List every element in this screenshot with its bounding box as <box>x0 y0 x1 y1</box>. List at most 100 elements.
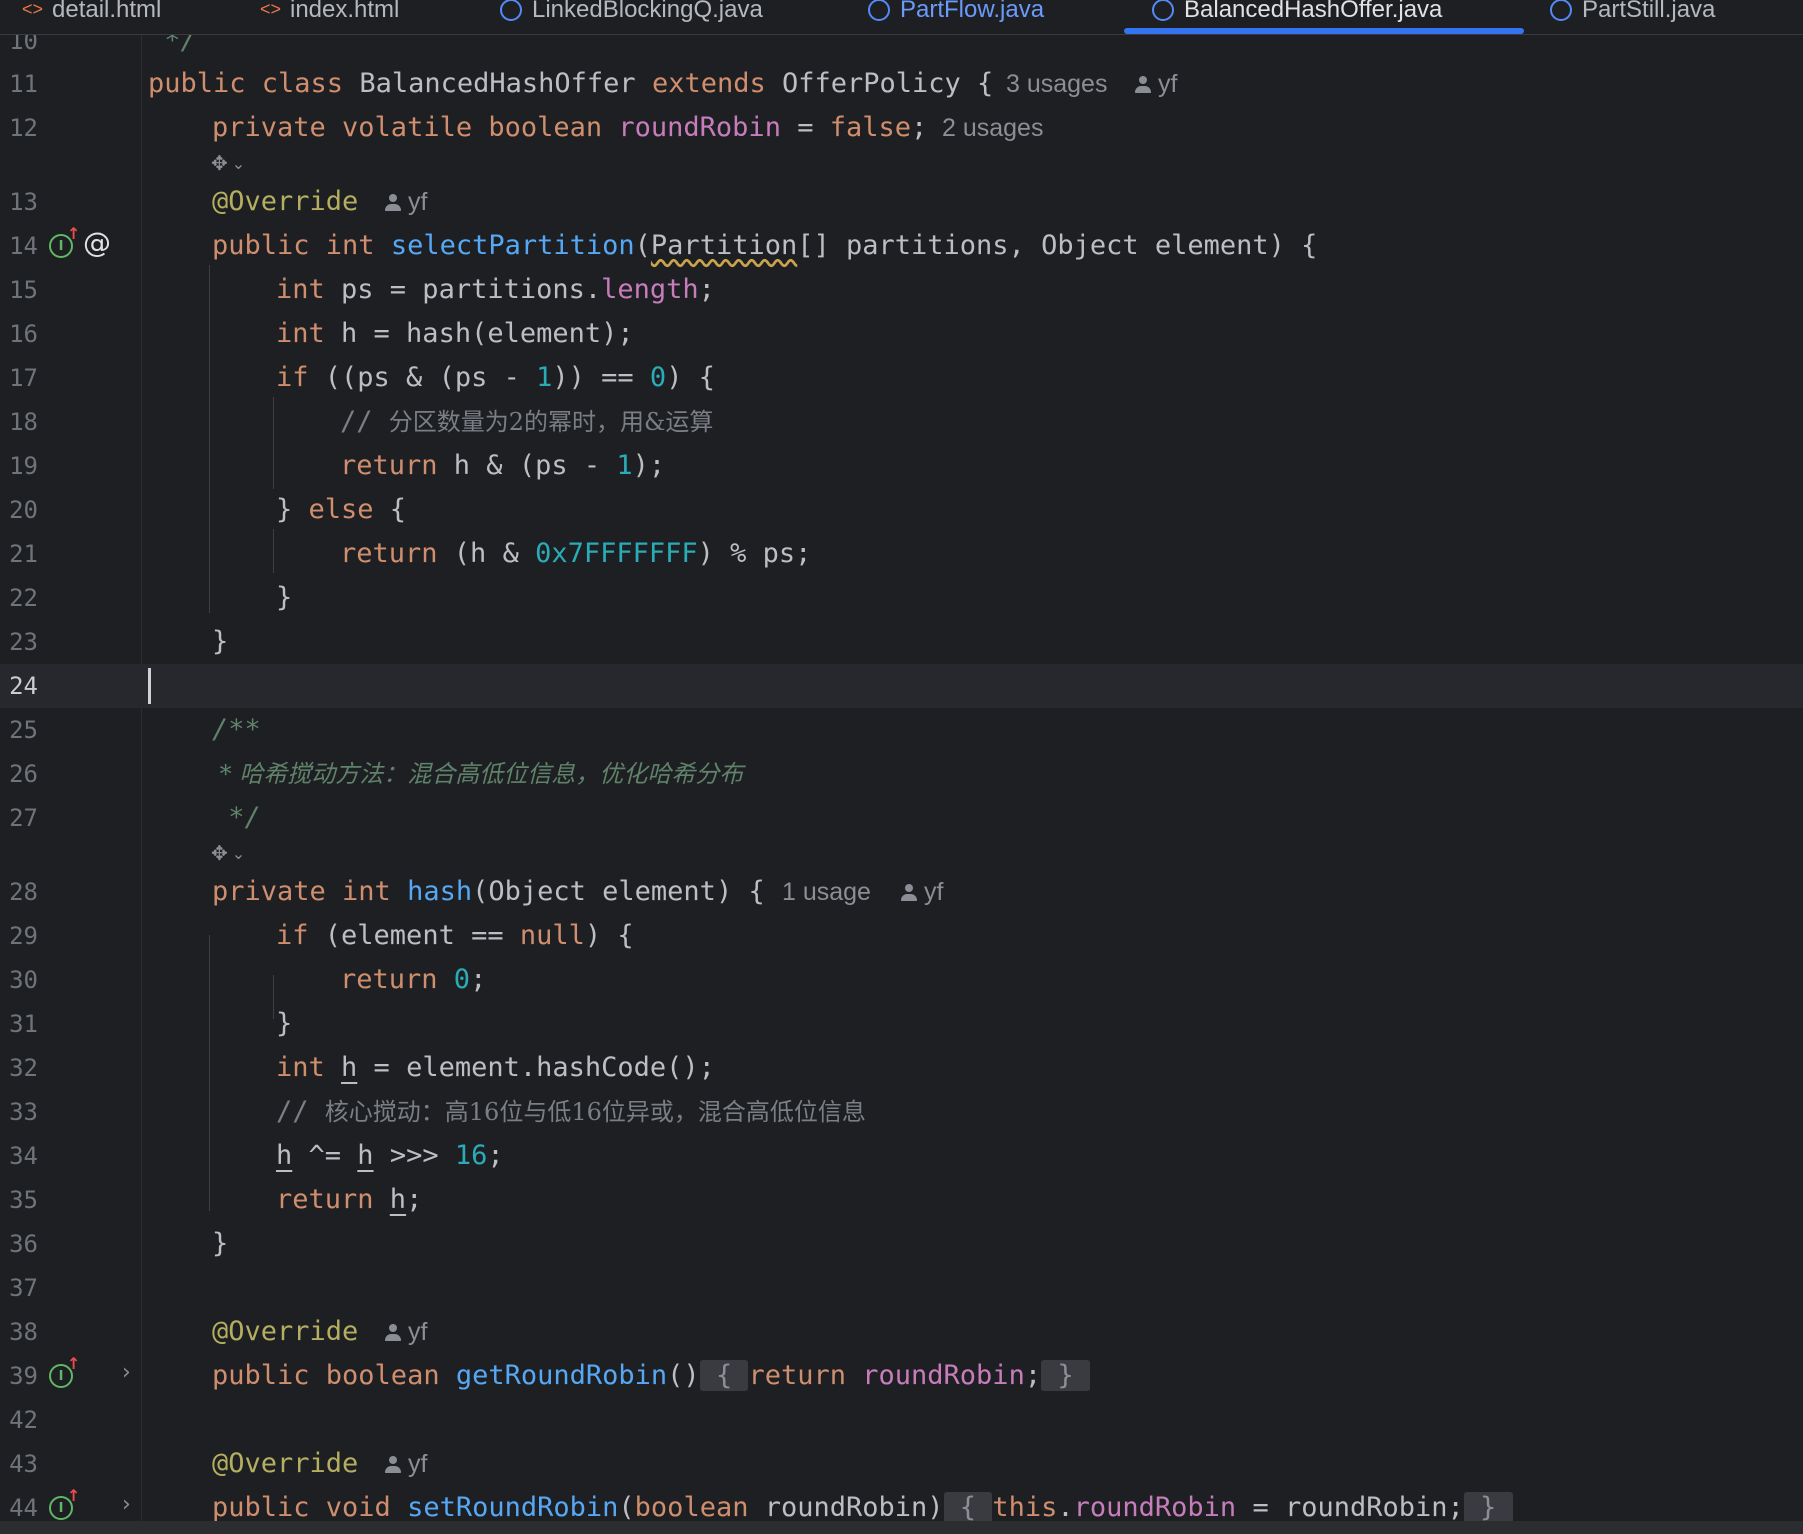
code-line: 17 if ((ps & (ps - 1)) == 0) { <box>0 356 1803 400</box>
line-number: 13 <box>9 188 38 216</box>
variable: h <box>276 1140 293 1171</box>
tab-partstill-java[interactable]: PartStill.java <box>1550 0 1715 34</box>
tab-index-html[interactable]: <> index.html <box>260 0 399 34</box>
line-number: 37 <box>9 1274 38 1302</box>
line-number: 21 <box>9 540 38 568</box>
code-text: return 0; <box>340 958 486 1002</box>
line-number: 14 <box>9 232 38 260</box>
code-line: 36 } <box>0 1222 1803 1266</box>
line-number: 32 <box>9 1054 38 1082</box>
line-number: 28 <box>9 878 38 906</box>
keyword: return <box>276 1184 390 1215</box>
line-number: 44 <box>9 1494 38 1521</box>
code-line: 37 <box>0 1266 1803 1310</box>
tab-partflow-java[interactable]: PartFlow.java <box>868 0 1044 34</box>
keyword: private volatile boolean <box>212 112 619 143</box>
line-number: 11 <box>9 70 38 98</box>
code-line: 19 return h & (ps - 1); <box>0 444 1803 488</box>
code-line: 25 /** <box>0 708 1803 752</box>
semicolon: ; <box>487 1140 504 1171</box>
expression: (h & <box>453 538 536 569</box>
line-number: 31 <box>9 1010 38 1038</box>
chevron-right-icon[interactable]: › <box>122 1360 131 1385</box>
code-line: 26 * 哈希搅动方法：混合高低位信息，优化哈希分布 <box>0 752 1803 796</box>
editor-tab-bar: <> detail.html <> index.html LinkedBlock… <box>0 0 1803 35</box>
field-name: roundRobin <box>1073 1492 1237 1521</box>
annotation: @Override <box>212 1316 359 1347</box>
fold-marker[interactable]: } <box>1463 1492 1513 1521</box>
line-number: 38 <box>9 1318 38 1346</box>
paren: ( <box>634 230 651 261</box>
author-hint[interactable]: yf <box>384 180 427 224</box>
semicolon: ; <box>470 964 487 995</box>
line-number: 26 <box>9 760 38 788</box>
variable: h <box>357 1140 374 1171</box>
brace: } <box>212 1228 229 1259</box>
expression: h = hash(element); <box>341 318 634 349</box>
java-class-icon <box>868 0 890 21</box>
line-comment: // 核心搅动：高16位与低16位异或，混合高低位信息 <box>276 1090 866 1134</box>
line-number: 30 <box>9 966 38 994</box>
fold-marker[interactable]: } <box>1041 1360 1090 1391</box>
current-line[interactable]: 24 <box>0 664 1803 708</box>
expression: ps = partitions. <box>341 274 602 305</box>
keyword: return <box>340 538 454 569</box>
code-text: return h; <box>276 1178 422 1222</box>
fold-marker[interactable]: { <box>943 1492 993 1521</box>
code-text: public void setRoundRobin(boolean roundR… <box>212 1486 1513 1521</box>
tab-detail-html[interactable]: <> detail.html <box>22 0 161 34</box>
brace: } <box>276 1008 293 1039</box>
keyword: return <box>748 1360 863 1391</box>
line-number: 15 <box>9 276 38 304</box>
keyword: this <box>992 1492 1058 1521</box>
line-number: 36 <box>9 1230 38 1258</box>
ai-assistant-icon[interactable]: ✥ ⌄ <box>211 839 245 867</box>
active-tab-indicator <box>1124 28 1524 34</box>
author-hint[interactable]: yf <box>900 870 943 914</box>
chevron-right-icon[interactable]: › <box>122 1492 131 1517</box>
code-text: h ^= h >>> 16; <box>276 1134 504 1178</box>
code-text: private int hash(Object element) { <box>212 870 765 914</box>
author-hint[interactable]: yf <box>384 1442 427 1486</box>
code-line: 38 @Override yf <box>0 1310 1803 1354</box>
keyword: if <box>276 920 325 951</box>
author-hint[interactable]: yf <box>1134 62 1177 106</box>
fold-marker[interactable]: { <box>699 1360 749 1391</box>
code-text: public boolean getRoundRobin() { return … <box>212 1354 1090 1398</box>
usages-hint[interactable]: 1 usage <box>782 870 871 914</box>
tab-label: PartStill.java <box>1582 0 1716 23</box>
chevron-down-icon: ⌄ <box>231 843 246 863</box>
number: 0 <box>453 964 471 995</box>
code-text: if ((ps & (ps - 1)) == 0) { <box>276 356 715 400</box>
line-number: 12 <box>9 114 38 142</box>
doc-comment-end: */ <box>148 35 197 56</box>
at-icon[interactable]: @ <box>83 226 111 259</box>
java-class-icon <box>1152 0 1174 21</box>
keyword: boolean <box>634 1492 749 1521</box>
expression: ) { <box>666 362 715 393</box>
keyword: private int <box>212 876 408 907</box>
line-number: 24 <box>9 672 38 700</box>
usages-hint[interactable]: 2 usages <box>942 106 1043 150</box>
ai-glyph: ✥ <box>211 151 228 175</box>
semicolon: ; <box>698 274 715 305</box>
operator: = <box>780 112 830 143</box>
usages-hint[interactable]: 3 usages <box>1006 62 1107 106</box>
text-caret <box>148 668 151 704</box>
code-line: 30 return 0; <box>0 958 1803 1002</box>
code-line: 12 private volatile boolean roundRobin =… <box>0 106 1803 150</box>
horizontal-scrollbar[interactable] <box>0 1521 1803 1534</box>
code-line: 10 */ <box>0 35 1803 63</box>
number: 0x7FFFFFFF <box>535 538 698 569</box>
author-hint[interactable]: yf <box>384 1310 427 1354</box>
keyword: extends <box>651 68 782 99</box>
tab-linkedblockingq-java[interactable]: LinkedBlockingQ.java <box>500 0 763 34</box>
ai-glyph: ✥ <box>211 841 228 865</box>
ai-assistant-icon[interactable]: ✥ ⌄ <box>211 149 245 177</box>
java-class-icon <box>1550 0 1572 21</box>
keyword: if <box>276 362 325 393</box>
line-number: 20 <box>9 496 38 524</box>
code-editor[interactable]: 10 */ 11 public class BalancedHashOffer … <box>0 35 1803 1521</box>
code-line: 39 I ↑ › public boolean getRoundRobin() … <box>0 1354 1803 1398</box>
keyword: else <box>308 494 374 525</box>
